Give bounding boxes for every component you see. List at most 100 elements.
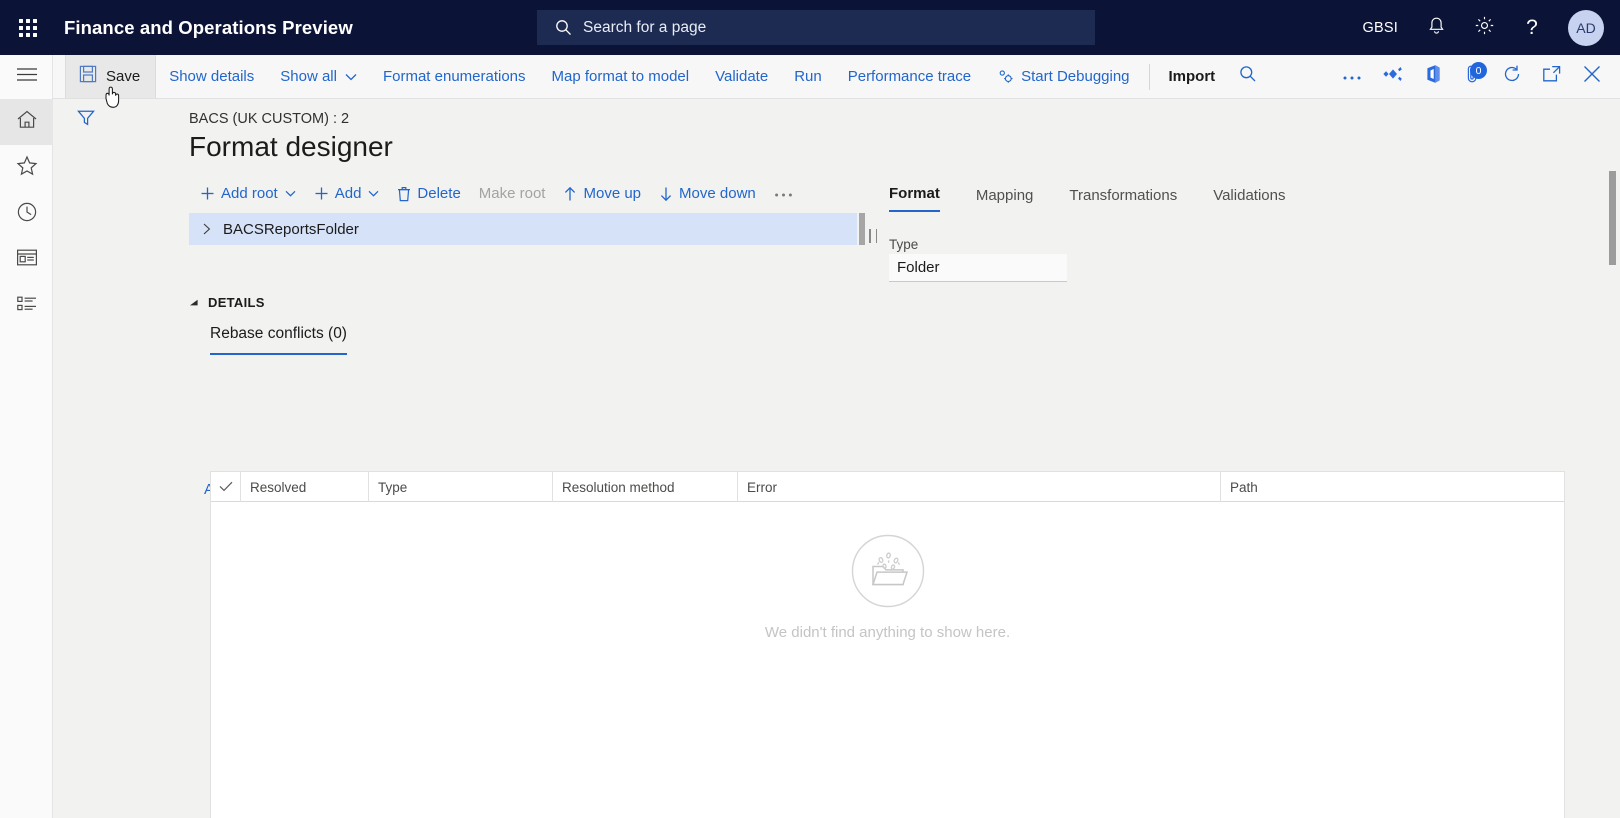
details-section-header[interactable]: DETAILS [189,295,265,310]
move-up-label: Move up [583,185,642,202]
chevron-down-icon [368,190,379,197]
details-section-title: DETAILS [208,295,265,310]
power-apps-diamond-icon [1382,66,1402,87]
plus-icon [314,186,329,201]
tree-scrollbar-thumb[interactable] [859,213,865,245]
column-header-path[interactable]: Path [1221,472,1564,502]
open-external-icon [1542,65,1562,88]
filter-button[interactable] [70,105,102,135]
open-in-new-window-button[interactable] [1532,55,1572,98]
left-navigation-rail [0,55,53,818]
search-icon [555,19,572,36]
close-button[interactable] [1572,55,1612,98]
sidebar-item-home[interactable] [0,99,53,145]
type-field-label: Type [889,237,919,252]
move-down-button[interactable]: Move down [650,181,765,206]
global-search-box[interactable]: Search for a page [537,10,1095,45]
chevron-down-icon [285,190,296,197]
tab-rebase-conflicts-label: Rebase conflicts (0) [210,325,347,342]
save-button[interactable]: Save [65,55,157,98]
tab-rebase-conflicts[interactable]: Rebase conflicts (0) [210,325,347,355]
app-launcher-button[interactable] [0,0,55,55]
column-header-resolution-method[interactable]: Resolution method [553,472,738,502]
modules-list-icon [16,295,38,318]
search-icon [1239,65,1257,88]
ellipsis-icon [1342,68,1362,86]
tab-format[interactable]: Format [889,181,940,212]
command-search-button[interactable] [1228,55,1268,98]
start-debugging-label: Start Debugging [1021,68,1130,85]
empty-state-message: We didn't find anything to show here. [764,624,1011,641]
start-debugging-button[interactable]: Start Debugging [984,55,1142,98]
overflow-menu-button[interactable] [1332,55,1372,98]
column-header-error[interactable]: Error [738,472,1221,502]
column-header-type[interactable]: Type [369,472,553,502]
add-root-label: Add root [221,185,278,202]
tree-overflow-button[interactable] [765,181,802,206]
refresh-button[interactable] [1492,55,1532,98]
import-button[interactable]: Import [1156,55,1229,98]
debug-gears-icon [997,68,1014,85]
tab-validations[interactable]: Validations [1213,183,1285,212]
hamburger-icon [16,67,38,87]
bell-icon [1427,16,1446,40]
tab-mapping-label: Mapping [975,187,1034,204]
run-button[interactable]: Run [781,55,835,98]
gear-icon [1474,15,1495,40]
search-placeholder: Search for a page [583,18,707,36]
performance-trace-button[interactable]: Performance trace [835,55,984,98]
sidebar-item-recent[interactable] [0,191,53,237]
tab-transformations[interactable]: Transformations [1069,183,1177,212]
refresh-icon [1502,64,1522,89]
map-format-to-model-button[interactable]: Map format to model [539,55,703,98]
delete-button[interactable]: Delete [388,181,469,206]
validate-label: Validate [715,68,769,85]
settings-button[interactable] [1460,0,1508,55]
page-scrollbar-thumb-secondary[interactable] [1609,225,1616,251]
grid-header-row: Resolved Type Resolution method Error Pa… [211,472,1564,502]
validate-button[interactable]: Validate [702,55,781,98]
show-details-button[interactable]: Show details [156,55,267,98]
power-apps-button[interactable] [1372,55,1412,98]
chevron-down-icon [345,73,357,81]
format-enumerations-label: Format enumerations [382,68,526,85]
notifications-button[interactable] [1412,0,1460,55]
command-divider [1148,63,1150,90]
move-up-button[interactable]: Move up [554,181,650,206]
help-button[interactable]: ? [1508,0,1556,55]
panel-splitter-handle[interactable] [869,229,877,243]
plus-icon [200,186,215,201]
add-button[interactable]: Add [305,181,389,206]
waffle-icon [18,18,37,37]
sidebar-item-hamburger[interactable] [0,55,53,99]
add-root-button[interactable]: Add root [191,181,305,206]
trash-icon [397,186,411,202]
breadcrumb: BACS (UK CUSTOM) : 2 [189,111,350,127]
type-field-input[interactable] [889,254,1067,282]
format-enumerations-button[interactable]: Format enumerations [370,55,539,98]
run-label: Run [794,68,822,85]
top-navigation-bar: Finance and Operations Preview Search fo… [0,0,1620,55]
office-apps-button[interactable] [1412,55,1452,98]
sidebar-item-favorites[interactable] [0,145,53,191]
save-disk-icon [79,65,97,88]
chevron-right-icon[interactable] [189,223,223,235]
tree-node-row[interactable]: BACSReportsFolder [189,213,857,245]
avatar[interactable]: AD [1568,9,1604,46]
command-bar-right-group: 0 [1332,55,1620,98]
column-header-resolved[interactable]: Resolved [241,472,369,502]
select-all-column-header[interactable] [211,472,241,502]
company-selector[interactable]: GBSI [1349,0,1412,55]
sidebar-item-modules[interactable] [0,283,53,329]
filter-funnel-icon [76,108,96,133]
attachments-button[interactable]: 0 [1452,55,1492,98]
move-down-label: Move down [679,185,756,202]
tab-mapping[interactable]: Mapping [976,183,1034,212]
sidebar-item-workspaces[interactable] [0,237,53,283]
show-details-label: Show details [169,68,255,85]
command-bar: Save Show details Show all Format enumer… [53,55,1620,99]
checkmark-icon [219,480,233,495]
arrow-down-icon [659,186,673,202]
page-title: Format designer [189,131,393,162]
show-all-menu[interactable]: Show all [267,55,370,98]
